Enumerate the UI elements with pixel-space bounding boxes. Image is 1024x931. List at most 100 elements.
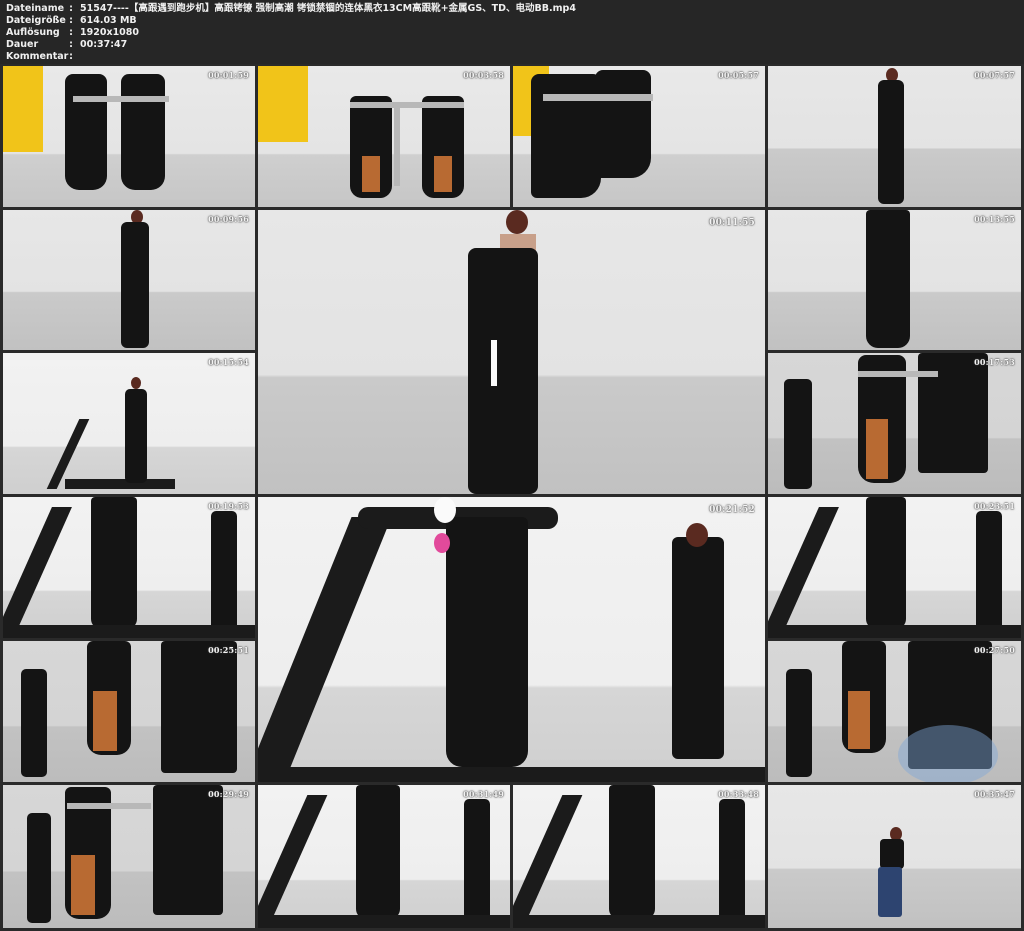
thumbnail-timestamp: 00:11:55 (709, 218, 755, 228)
thumbnail-timestamp: 00:01:59 (208, 70, 249, 80)
meta-colon: : (69, 39, 73, 50)
person-body (125, 389, 147, 483)
thumbnail-timestamp: 00:07:57 (974, 70, 1015, 80)
heel-sole (866, 419, 888, 479)
heel-sole (93, 691, 117, 751)
thumbnail-timestamp: 00:15:54 (208, 357, 249, 367)
thumbnail-3[interactable]: 00:05:57 (513, 66, 765, 207)
thumbnail-15[interactable]: 00:29:49 (3, 785, 255, 928)
treadmill-belt (65, 479, 175, 489)
chain (394, 106, 400, 186)
treadmill-frame (768, 507, 839, 637)
person-small (786, 669, 812, 777)
person-body (878, 80, 904, 204)
thumbnail-7[interactable]: 00:13:55 (768, 210, 1021, 350)
thumbnail-timestamp: 00:29:49 (208, 789, 249, 799)
thumbnail-timestamp: 00:21:52 (709, 505, 755, 515)
meta-row-filesize: Dateigröße:614.03 MB (6, 15, 137, 27)
heel-sole (848, 691, 870, 749)
thumbnail-10[interactable]: 00:19:53 (3, 497, 255, 638)
person-legs (446, 517, 528, 767)
person-legs (91, 497, 137, 629)
boot-right (121, 74, 165, 190)
meta-value: 614.03 MB (80, 15, 137, 26)
boot-left (531, 74, 601, 198)
thumbnail-5[interactable]: 00:09:56 (3, 210, 255, 350)
meta-key: Auflösung (6, 27, 60, 38)
meta-value: 1920x1080 (80, 27, 140, 38)
thumbnail-1[interactable]: 00:01:59 (3, 66, 255, 207)
person-head (686, 523, 708, 547)
file-info-header: Dateiname: 51547----【高跟遇到跑步机】高跟铐镣 强制高潮 铐锁… (0, 0, 1024, 64)
treadmill-belt (768, 625, 1021, 638)
thumbnail-2[interactable]: 00:03:58 (258, 66, 510, 207)
thumbnail-12[interactable]: 00:23:51 (768, 497, 1021, 638)
person-head (506, 210, 528, 234)
blue-overlay (898, 725, 998, 782)
person-legs (609, 785, 655, 919)
dress-fabric (161, 641, 237, 773)
meta-key: Dateigröße (6, 15, 66, 26)
thumbnail-11[interactable]: 00:21:52 (258, 497, 765, 782)
person-small (976, 511, 1002, 631)
person-body (468, 248, 538, 494)
treadmill-frame (3, 507, 72, 637)
boot-left (65, 74, 107, 190)
thumbnail-timestamp: 00:23:51 (974, 501, 1015, 511)
thumbnail-6[interactable]: 00:11:55 (258, 210, 765, 494)
thumbnail-8[interactable]: 00:15:54 (3, 353, 255, 494)
treadmill-belt (513, 915, 765, 928)
meta-row-comment: Kommentar: (6, 51, 80, 63)
device-head (434, 497, 456, 523)
chain (73, 96, 169, 102)
thumbnail-18[interactable]: 00:35:47 (768, 785, 1021, 928)
chain (350, 102, 464, 108)
meta-key: Dateiname (6, 3, 65, 14)
thumbnail-timestamp: 00:17:53 (974, 357, 1015, 367)
boot-right (595, 70, 651, 178)
meta-key: Dauer (6, 39, 39, 50)
thumbnail-4[interactable]: 00:07:57 (768, 66, 1021, 207)
treadmill-frame (258, 795, 328, 927)
heel-sole (434, 156, 452, 192)
thumbnail-17[interactable]: 00:33:48 (513, 785, 765, 928)
thumbnail-9[interactable]: 00:17:53 (768, 353, 1021, 494)
thumbnail-timestamp: 00:03:58 (463, 70, 504, 80)
person-small (211, 511, 237, 631)
heel-sole (362, 156, 380, 192)
treadmill-frame (513, 795, 583, 927)
thumbnail-timestamp: 00:31:49 (463, 789, 504, 799)
thumbnail-14[interactable]: 00:27:50 (768, 641, 1021, 782)
person-small (21, 669, 47, 777)
thumbnail-timestamp: 00:13:55 (974, 214, 1015, 224)
meta-key: Kommentar (6, 51, 69, 62)
treadmill-belt (258, 767, 765, 782)
heel-sole (71, 855, 95, 915)
thumbnail-timestamp: 00:27:50 (974, 645, 1015, 655)
meta-colon: : (69, 27, 73, 38)
chain (67, 803, 151, 809)
meta-row-resolution: Auflösung:1920x1080 (6, 27, 139, 39)
chain (858, 371, 938, 377)
person-body (880, 839, 904, 869)
person-head (131, 377, 141, 389)
thumbnail-timestamp: 00:25:51 (208, 645, 249, 655)
thumbnail-timestamp: 00:33:48 (718, 789, 759, 799)
yellow-wall-panel (258, 66, 308, 142)
meta-value: 00:37:47 (80, 39, 128, 50)
person-small (27, 813, 51, 923)
thumbnail-16[interactable]: 00:31:49 (258, 785, 510, 928)
meta-value: 51547----【高跟遇到跑步机】高跟铐镣 强制高潮 铐锁禁锢的连体黑衣13C… (80, 3, 576, 14)
thumbnail-timestamp: 00:19:53 (208, 501, 249, 511)
dress-fabric (153, 785, 223, 915)
person-small (464, 799, 490, 921)
treadmill-frame (258, 517, 392, 782)
treadmill-belt (3, 625, 255, 638)
chain (543, 94, 653, 101)
thumbnail-13[interactable]: 00:25:51 (3, 641, 255, 782)
person-jeans (878, 867, 902, 917)
person-legs (866, 497, 906, 629)
person-body (121, 222, 149, 348)
pink-device (434, 533, 450, 553)
person-small (784, 379, 812, 489)
